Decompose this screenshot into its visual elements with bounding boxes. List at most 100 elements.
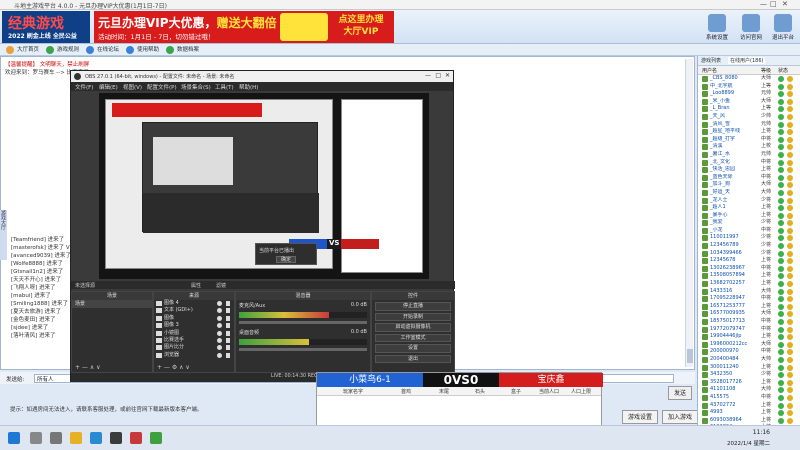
lock-icon[interactable] <box>226 323 230 329</box>
user-row[interactable]: _好运_天 大帅 <box>698 189 800 197</box>
user-row[interactable]: 16577009935 大师 <box>698 310 800 318</box>
user-row[interactable]: 6093038964 上将 <box>698 417 800 425</box>
user-row[interactable]: _快活_思园 上将 <box>698 166 800 174</box>
side-tab-lobby[interactable]: 游戏大厅 <box>0 210 7 260</box>
toolbar-forum[interactable]: 在线论坛 <box>86 45 119 55</box>
virtual-camera-button[interactable]: 启动虚拟摄像机 <box>375 323 451 332</box>
lock-icon[interactable] <box>226 330 230 336</box>
user-row[interactable]: 19904446jlp 上将 <box>698 333 800 341</box>
obs-minimize-icon[interactable]: — <box>425 72 431 79</box>
file-explorer-icon[interactable] <box>70 432 82 444</box>
popup-ok-button[interactable]: 确定 <box>276 256 296 263</box>
exit-platform-button[interactable]: 退出平台 <box>766 14 800 41</box>
user-row[interactable]: _我爱 少将 <box>698 219 800 227</box>
user-row[interactable]: _超人1 上将 <box>698 204 800 212</box>
start-recording-button[interactable]: 开始录制 <box>375 312 451 321</box>
lock-icon[interactable] <box>226 352 230 358</box>
user-row[interactable]: 110011997 少将 <box>698 234 800 242</box>
lock-icon[interactable] <box>226 345 230 351</box>
visibility-eye-icon[interactable] <box>217 315 222 321</box>
user-row[interactable]: 200000970 中将 <box>698 348 800 356</box>
obs-close-icon[interactable]: ✕ <box>445 72 450 79</box>
user-row[interactable]: 中_北宇航 上等 <box>698 83 800 91</box>
obs-menu-edit[interactable]: 编辑(E) <box>99 83 118 91</box>
source-item[interactable]: 图像 3 <box>154 322 234 329</box>
start-icon[interactable] <box>8 432 20 444</box>
mixer-slider-1[interactable] <box>239 321 367 324</box>
user-row[interactable]: 19772079747 中将 <box>698 326 800 334</box>
game-settings-button[interactable]: 游戏设置 <box>622 410 658 424</box>
visibility-eye-icon[interactable] <box>217 323 222 329</box>
clock-date[interactable]: 2022/1/4 星期二 <box>727 439 770 447</box>
edge-icon[interactable] <box>90 432 102 444</box>
user-row[interactable]: 3432350 少将 <box>698 371 800 379</box>
user-row[interactable]: 43702772 上将 <box>698 402 800 410</box>
obs-menu-scene-collection[interactable]: 场景集合(S) <box>181 83 211 91</box>
game-app-icon[interactable] <box>130 432 142 444</box>
exit-button[interactable]: 退出 <box>375 354 451 363</box>
tab-online-users[interactable]: 在线用户(186) <box>728 57 766 64</box>
user-row[interactable]: 123456789 少将 <box>698 242 800 250</box>
user-row[interactable]: 1433316 大帅 <box>698 288 800 296</box>
user-row[interactable]: _超星_地平线 上将 <box>698 128 800 136</box>
send-button[interactable]: 发送 <box>668 386 692 400</box>
user-row[interactable]: _超级_打字 中将 <box>698 136 800 144</box>
lock-icon[interactable] <box>226 337 230 343</box>
user-row[interactable]: 17095228947 中将 <box>698 295 800 303</box>
visibility-eye-icon[interactable] <box>217 345 222 351</box>
user-row[interactable]: 4993 上将 <box>698 409 800 417</box>
chat-scrollbar-thumb[interactable] <box>687 349 693 363</box>
user-row[interactable]: 3528017726 上将 <box>698 379 800 387</box>
toolbar-rules[interactable]: 游戏规则 <box>46 45 79 55</box>
task-view-icon[interactable] <box>50 432 62 444</box>
user-row[interactable]: _暑江_水 元帅 <box>698 151 800 159</box>
scene-item[interactable]: 场景 <box>72 300 152 308</box>
obs-maximize-icon[interactable]: □ <box>435 72 441 79</box>
scene-add-remove-icons[interactable]: + — ∧ ∨ <box>75 364 101 371</box>
join-game-button[interactable]: 加入游戏 <box>662 410 698 424</box>
obs-menu-tools[interactable]: 工具(T) <box>215 83 234 91</box>
user-row[interactable]: 415575 中将 <box>698 394 800 402</box>
live-status-popup[interactable]: 当前平台已播出 确定 <box>255 243 317 265</box>
lock-icon[interactable] <box>226 308 230 314</box>
user-row[interactable]: 18575017713 中将 <box>698 318 800 326</box>
close-icon[interactable]: ✕ <box>782 0 788 8</box>
mixer-slider-2[interactable] <box>239 348 367 351</box>
obs-menu-profile[interactable]: 配置文件(P) <box>147 83 177 91</box>
user-row[interactable]: _天_风 少帅 <box>698 113 800 121</box>
user-row[interactable]: _暴手心 上将 <box>698 212 800 220</box>
obs-preview-canvas[interactable]: VS 当前平台已播出 确定 <box>99 93 429 279</box>
user-row[interactable]: 1996000212cc 大师 <box>698 341 800 349</box>
col-level[interactable]: 等级 <box>761 67 771 74</box>
user-row[interactable]: 200400484 大帅 <box>698 356 800 364</box>
obs-menu-help[interactable]: 帮助(H) <box>239 83 258 91</box>
user-row[interactable]: _L_Bran 上等 <box>698 105 800 113</box>
studio-mode-button[interactable]: 工作室模式 <box>375 333 451 342</box>
minimize-icon[interactable]: — <box>760 0 767 8</box>
visibility-eye-icon[interactable] <box>217 301 222 306</box>
source-add-remove-icons[interactable]: + — ⚙ ∧ ∨ <box>157 364 190 371</box>
user-row[interactable]: _北_文化 中将 <box>698 159 800 167</box>
user-row[interactable]: _清溪 上校 <box>698 143 800 151</box>
source-item[interactable]: 浏览器 <box>154 352 234 359</box>
source-item[interactable]: 文本 (GDI+) <box>154 307 234 314</box>
col-username[interactable]: 用户名 <box>702 67 717 74</box>
promo-cta[interactable]: 点这里办理 大厅VIP <box>332 14 390 40</box>
user-row[interactable]: _米_小鱼 大师 <box>698 98 800 106</box>
search-icon[interactable] <box>30 432 42 444</box>
lock-icon[interactable] <box>226 301 230 306</box>
chat-app-icon[interactable] <box>150 432 162 444</box>
user-row[interactable]: _小龙 中将 <box>698 227 800 235</box>
user-row[interactable]: _Loo8899 元帅 <box>698 90 800 98</box>
visibility-eye-icon[interactable] <box>217 330 222 336</box>
visibility-eye-icon[interactable] <box>217 352 222 358</box>
user-row[interactable]: _加斗_狗 大师 <box>698 181 800 189</box>
visit-website-button[interactable]: 访问官网 <box>734 14 768 41</box>
vip-promo-banner[interactable]: 元旦办理VIP大优惠，赠送大翻倍 活动时间：1月1日 - 7日，切勿错过哦！ 点… <box>94 11 394 43</box>
settings-button[interactable]: 设置 <box>375 344 451 353</box>
clock-time[interactable]: 11:16 <box>753 429 770 436</box>
user-row[interactable]: 13508057894 上将 <box>698 272 800 280</box>
visibility-eye-icon[interactable] <box>217 308 222 314</box>
source-item[interactable]: 小镜图 <box>154 330 234 337</box>
obs-menu-view[interactable]: 视图(V) <box>123 83 142 91</box>
